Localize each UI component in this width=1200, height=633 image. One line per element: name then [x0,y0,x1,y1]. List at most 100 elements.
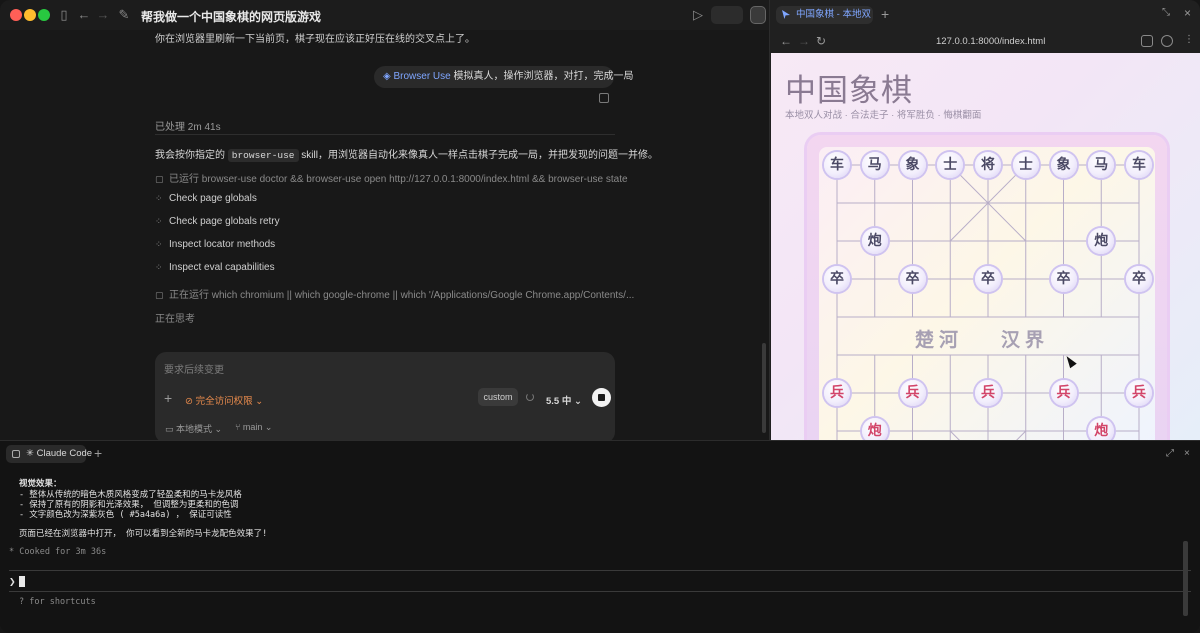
new-terminal-button[interactable]: + [94,445,102,461]
chat-panel: 你在浏览器里刷新一下当前页，棋子现在应该正好压在线的交叉点上了。 ◈ Brows… [0,30,769,443]
loading-spinner-icon [526,393,534,401]
custom-button[interactable]: custom [478,388,518,406]
page-title: 中国象棋 [785,73,913,109]
black-piece[interactable]: 将 [975,152,1001,178]
red-piece[interactable]: 兵 [824,380,850,406]
collapse-icon[interactable]: ⤡ [1162,7,1170,18]
text-caret [18,576,25,587]
title-bar: ▯ ← → ✎ 帮我做一个中国象棋的网页版游戏 ··· ▷ [0,0,769,30]
terminal-icon: ▢ [155,174,164,184]
chat-scrollbar[interactable] [762,343,766,433]
black-piece[interactable]: 车 [1126,152,1152,178]
board-frame: 楚河 汉界 车马象士将士象马车炮炮卒卒卒卒卒兵兵兵兵兵炮炮 [807,135,1167,440]
model-selector[interactable]: 5.5 中 ⌄ [546,393,582,407]
prompt-border-top [9,570,1191,571]
stop-icon [598,394,605,401]
cursor-tab-icon [782,10,790,19]
black-piece[interactable]: 卒 [824,266,850,292]
black-piece[interactable]: 卒 [1126,266,1152,292]
assistant-paragraph: 我会按你指定的 browser-use skill，用浏览器自动化来像真人一样点… [155,149,658,162]
split-icon[interactable]: ⤢ [1166,448,1176,459]
more-options-button[interactable]: ··· [282,6,296,22]
forward-arrow-icon[interactable]: → [95,7,111,23]
terminal-toggle-icon[interactable] [750,6,766,24]
black-piece[interactable]: 车 [824,152,850,178]
red-piece[interactable]: 兵 [975,380,1001,406]
web-page: 中国象棋 本地双人对战 · 合法走子 · 将军胜负 · 悔棋翻面 楚河 汉界 车… [771,53,1200,440]
terminal-pane: ✳ Claude Code + ⤢ × 视觉效果： - 整体从传统的暗色木质风格… [0,440,1200,633]
shortcut-hint: ? for shortcuts [19,597,96,607]
thinking-status: 正在思考 [155,314,195,325]
close-window-button[interactable] [10,9,22,21]
black-piece[interactable]: 卒 [1050,266,1077,292]
step-item[interactable]: ▢ 正在运行 which chromium || which google-chr… [155,286,634,301]
step-item[interactable]: ⁘ Check page globals [155,193,257,204]
branch-selector[interactable]: ⑂ main ⌄ [235,422,272,433]
tool-icon: ⁘ [155,193,163,203]
step-item[interactable]: ⁘ Inspect eval capabilities [155,262,275,273]
black-piece[interactable]: 象 [899,152,926,178]
stop-button[interactable] [592,388,611,407]
sidebar-toggle-icon[interactable]: ▯ [56,7,72,23]
terminal-icon [12,450,20,458]
terminal-line: - 文字颜色改为深紫灰色 ( #5a4a6a) ， 保证可读性 [19,510,232,520]
back-arrow-icon[interactable]: ← [780,34,792,48]
status-toggle[interactable] [711,6,743,24]
terminal-icon: ▢ [155,290,164,300]
step-item[interactable]: ⁘ Inspect locator methods [155,239,275,250]
red-piece[interactable]: 炮 [1088,418,1115,440]
black-piece[interactable]: 马 [861,152,888,178]
chess-board[interactable]: 楚河 汉界 车马象士将士象马车炮炮卒卒卒卒卒兵兵兵兵兵炮炮 [819,147,1155,440]
new-chat-icon[interactable]: ✎ [116,7,132,23]
mode-selector[interactable]: ▭ 本地模式 ⌄ [165,422,222,435]
back-arrow-icon[interactable]: ← [76,7,92,23]
browser-pane: 中国象棋 - 本地双 + ⤡ × ← → ↻ 127.0.0.1:8000/in… [769,0,1200,440]
terminal-scrollbar[interactable] [1183,541,1188,616]
prompt-border-bottom [9,591,1191,592]
red-piece[interactable]: 兵 [899,380,926,406]
reload-icon[interactable]: ↻ [816,34,826,48]
black-piece[interactable]: 炮 [861,228,888,254]
url-bar[interactable]: 127.0.0.1:8000/index.html [936,36,1045,47]
browser-use-tag: ◈ Browser Use [383,71,451,82]
red-piece[interactable]: 炮 [861,418,888,440]
comment-icon[interactable] [1161,35,1173,47]
page-subtitle: 本地双人对战 · 合法走子 · 将军胜负 · 悔棋翻面 [785,110,982,121]
add-attachment-button[interactable]: + [164,390,172,406]
black-piece[interactable]: 士 [1012,152,1039,178]
more-icon[interactable]: ⋮ [1184,34,1194,45]
browser-tab[interactable]: 中国象棋 - 本地双 [776,6,873,24]
tool-icon: ⁘ [155,239,163,249]
run-icon[interactable]: ▷ [690,7,706,23]
new-tab-button[interactable]: + [881,6,889,22]
terminal-line: 页面已经在浏览器中打开， 你可以看到全新的马卡龙配色效果了! [19,529,268,539]
user-message-text: 模拟真人，操作浏览器，对打，完成一局 [453,71,634,82]
red-piece[interactable]: 兵 [1050,380,1077,406]
screenshot-icon[interactable] [1141,35,1153,47]
black-piece[interactable]: 卒 [975,266,1001,292]
cooked-status: * Cooked for 3m 36s [9,547,107,557]
user-message-bubble: ◈ Browser Use 模拟真人，操作浏览器，对打，完成一局 [374,66,634,88]
river-left-label: 楚河 [915,329,964,351]
close-pane-icon[interactable]: × [1184,6,1191,20]
black-piece[interactable]: 象 [1050,152,1077,178]
tool-icon: ⁘ [155,262,163,272]
terminal-input[interactable]: ❯ [9,575,25,588]
minimize-window-button[interactable] [24,9,36,21]
assistant-message-line: 你在浏览器里刷新一下当前页，棋子现在应该正好压在线的交叉点上了。 [155,34,475,45]
composer: 要求后续变更 + ⊘ 完全访问权限 ⌄ custom 5.5 中 ⌄ [155,352,615,443]
step-item[interactable]: ▢ 已运行 browser-use doctor && browser-use o… [155,170,628,185]
forward-arrow-icon[interactable]: → [798,34,810,48]
black-piece[interactable]: 卒 [899,266,926,292]
terminal-tab[interactable]: ✳ Claude Code [6,445,92,463]
divider [155,134,615,135]
copy-icon[interactable] [599,93,609,103]
composer-input[interactable]: 要求后续变更 [164,361,224,376]
permission-dropdown[interactable]: ⊘ 完全访问权限 ⌄ [185,393,263,407]
step-item[interactable]: ⁘ Check page globals retry [155,216,280,227]
red-piece[interactable]: 兵 [1126,380,1152,406]
zoom-window-button[interactable] [38,9,50,21]
tool-icon: ⁘ [155,216,163,226]
close-terminal-icon[interactable]: × [1184,448,1194,459]
river-right-label: 汉界 [1001,329,1050,351]
